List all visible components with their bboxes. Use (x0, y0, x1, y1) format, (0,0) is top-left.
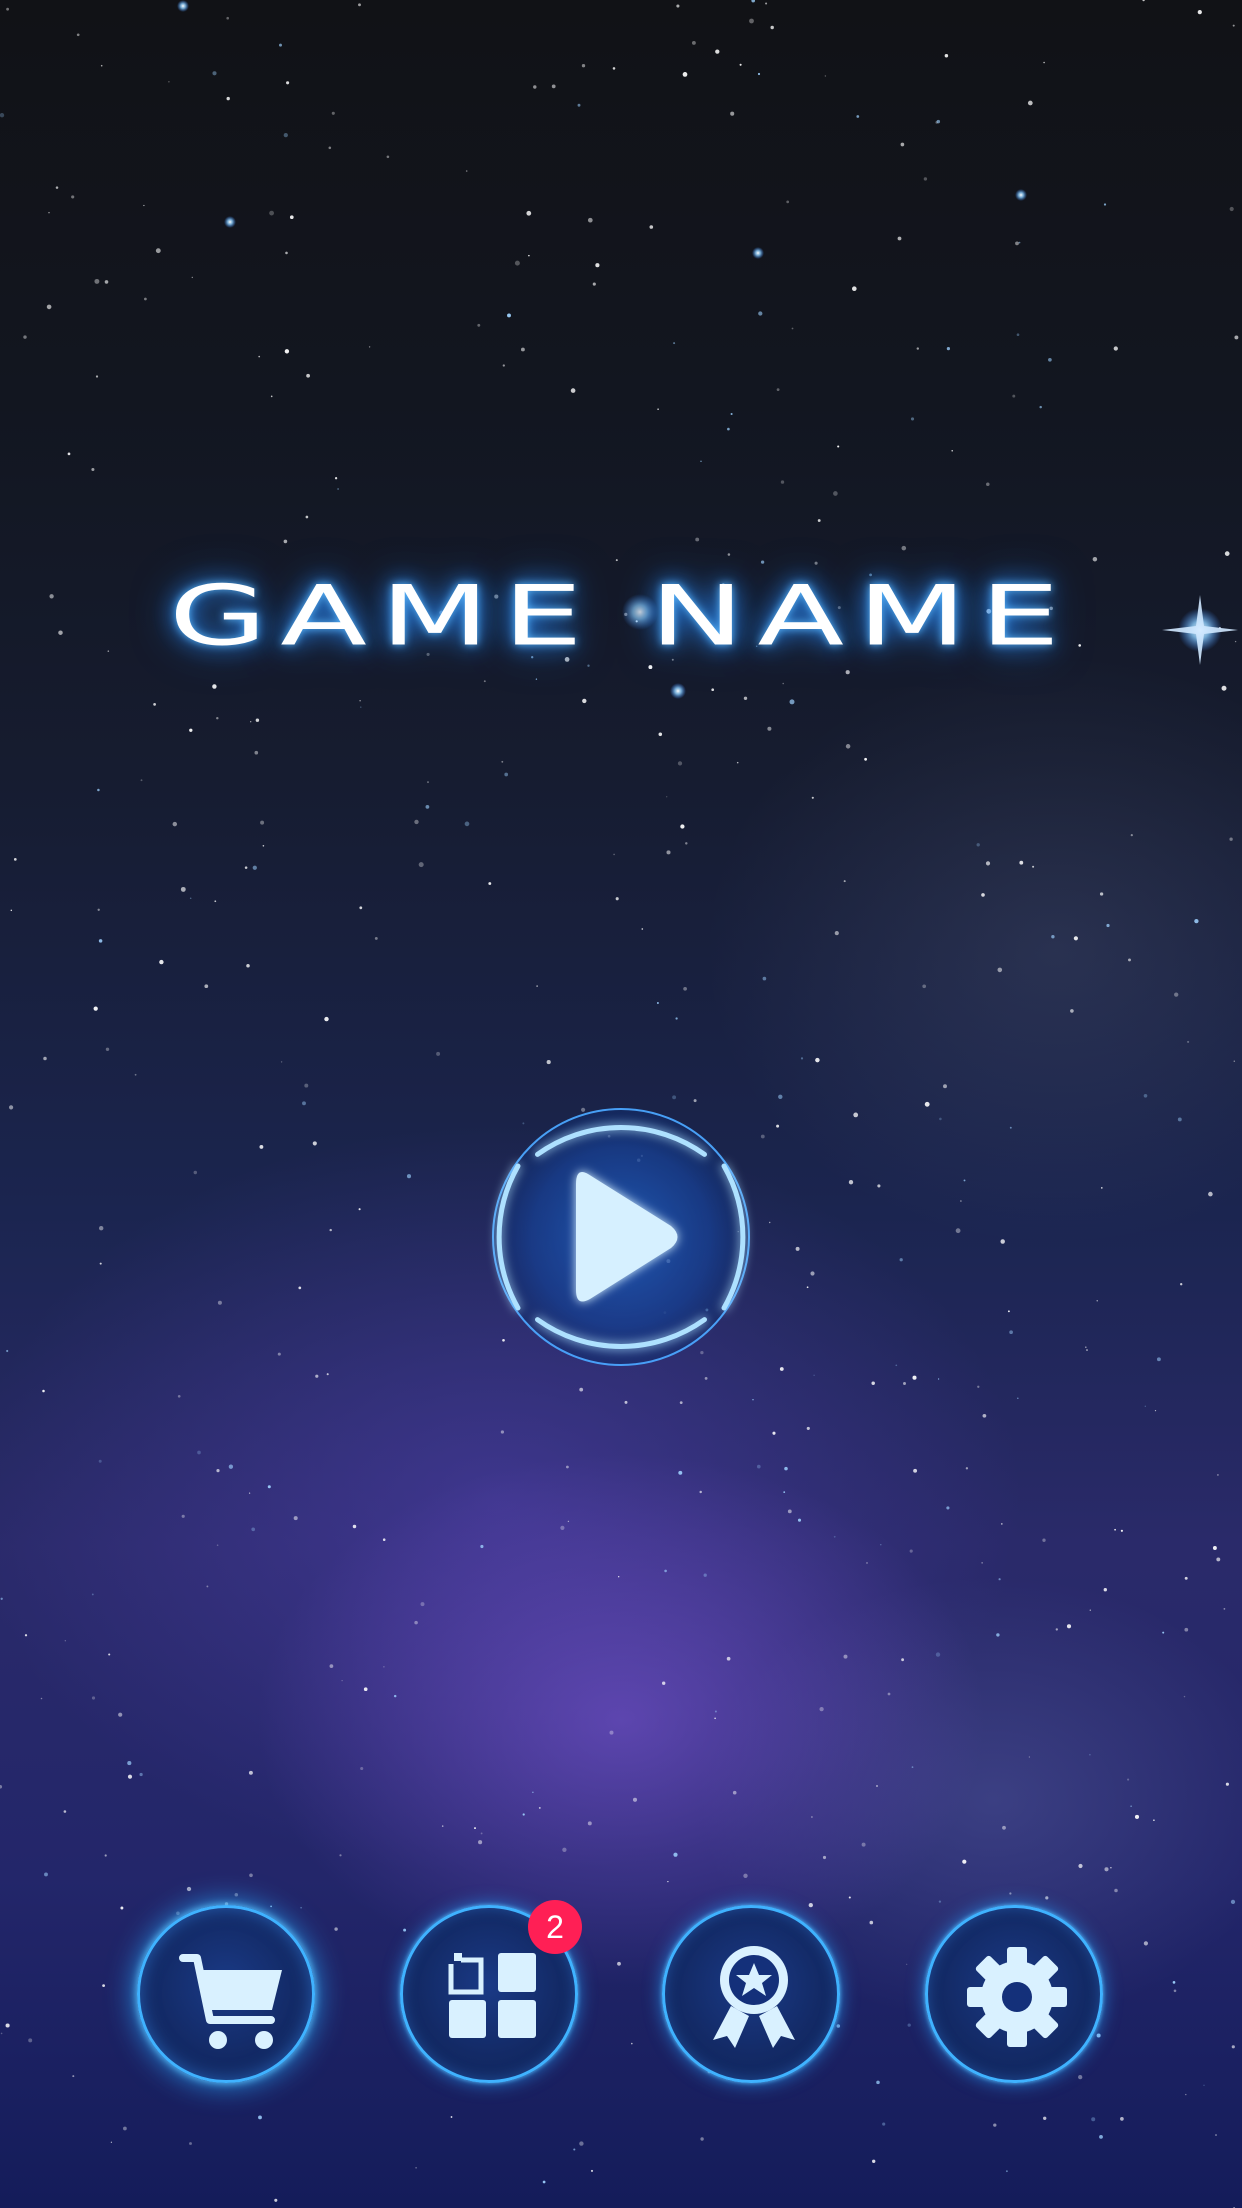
achievements-button[interactable] (662, 1905, 840, 2083)
notification-badge: 2 (528, 1900, 582, 1954)
play-icon (492, 1108, 750, 1366)
game-title: GAME NAME (168, 567, 1074, 665)
settings-button[interactable] (925, 1905, 1103, 2083)
award-icon (713, 1946, 795, 2048)
shop-button[interactable] (137, 1905, 315, 2083)
cart-icon (179, 1954, 282, 2049)
game-main-menu: GAME NAME 2 (0, 0, 1242, 2208)
play-button[interactable] (476, 1092, 766, 1382)
apps-button[interactable]: 2 (400, 1900, 582, 2083)
gear-icon (967, 1947, 1067, 2047)
